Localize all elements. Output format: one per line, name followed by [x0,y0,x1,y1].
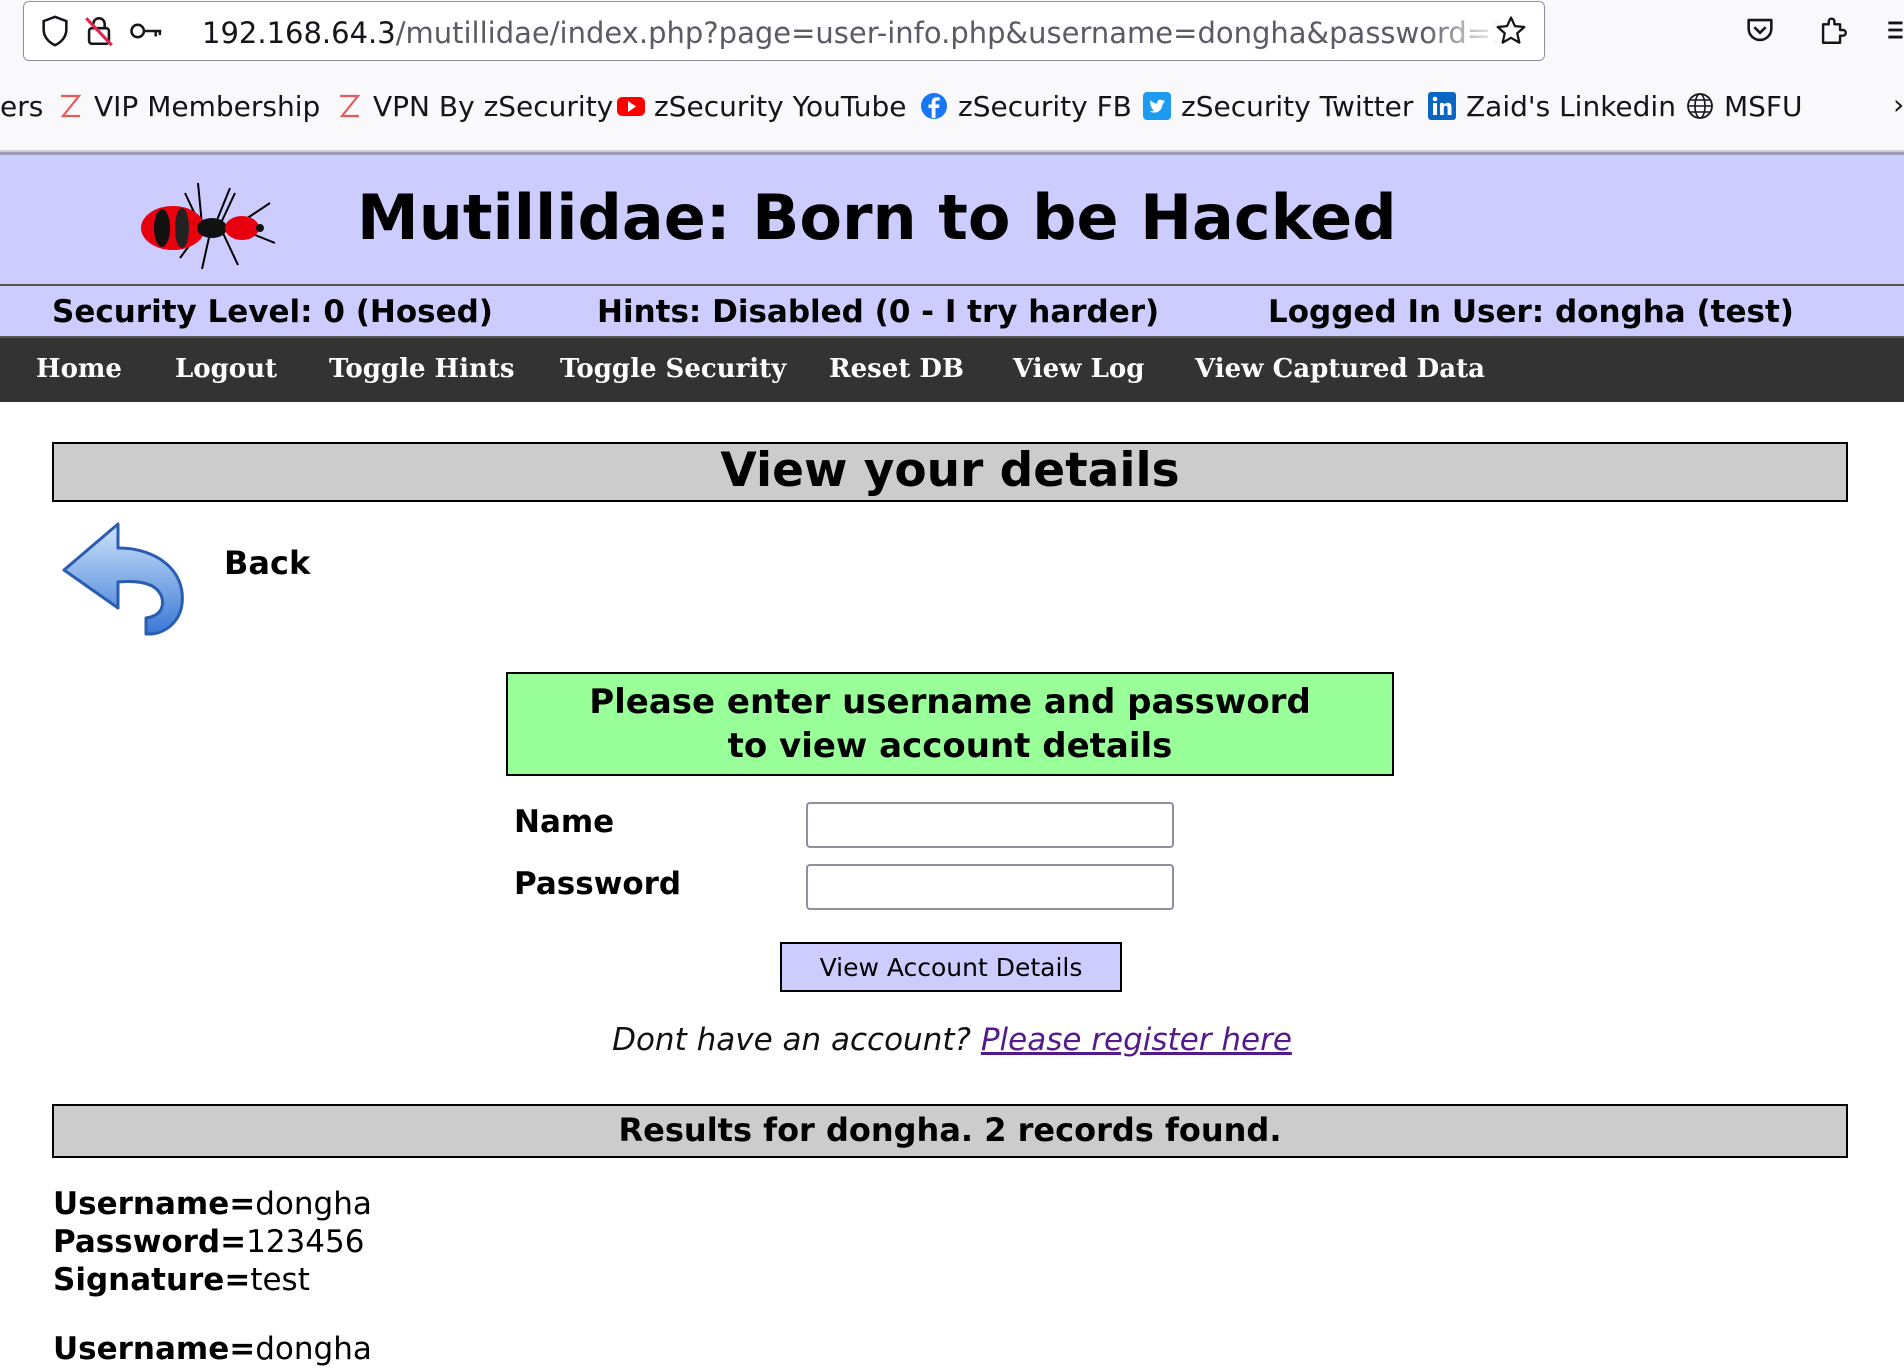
menu-icon[interactable] [1884,13,1904,51]
nav-reset-db[interactable]: Reset DB [829,354,964,384]
bookmark-youtube[interactable]: zSecurity YouTube [616,88,906,124]
nav-view-captured-data[interactable]: View Captured Data [1195,354,1485,384]
bookmark-msfu[interactable]: MSFU [1686,88,1803,124]
address-bar[interactable]: 192.168.64.3/mutillidae/index.php?page=u… [23,1,1545,61]
globe-icon [1686,92,1714,120]
record-value: 123456 [246,1224,365,1260]
page-content: Mutillidae: Born to be Hacked Security L… [0,152,1904,1367]
nav-logout[interactable]: Logout [175,354,277,384]
facebook-icon [920,92,948,120]
nav-home[interactable]: Home [36,354,122,384]
bookmark-vip-membership[interactable]: VIP Membership [56,88,320,124]
bookmark-twitter[interactable]: zSecurity Twitter [1143,88,1413,124]
chevron-right-icon[interactable]: › [1893,88,1904,121]
youtube-icon [616,92,645,120]
register-link[interactable]: Please register here [981,1022,1292,1058]
record-value: dongha [255,1331,372,1367]
bookmark-linkedin[interactable]: Zaid's Linkedin [1428,88,1676,124]
record-key: Username= [53,1186,256,1222]
nav-toggle-hints[interactable]: Toggle Hints [329,354,515,384]
insecure-lock-icon[interactable] [82,14,116,52]
nav-view-log[interactable]: View Log [1013,354,1144,384]
record-value: dongha [255,1186,372,1222]
password-label: Password [514,866,682,902]
record-key: Password= [53,1224,247,1260]
zsecurity-z-icon [335,92,363,120]
linkedin-icon [1428,92,1456,120]
back-arrow-icon[interactable] [60,520,190,642]
back-link[interactable]: Back [224,544,310,582]
record-username-line: Username=dongha [53,1185,372,1223]
bookmark-item[interactable]: ers [0,88,43,124]
shield-icon[interactable] [38,14,72,52]
record-username-line: Username=dongha [53,1330,372,1368]
site-header: Mutillidae: Born to be Hacked [0,152,1904,286]
nav-toggle-security[interactable]: Toggle Security [560,354,786,384]
name-field[interactable] [806,802,1174,848]
ant-logo-icon [140,173,290,277]
record-signature-line: Signature=test [53,1261,310,1299]
bookmark-facebook[interactable]: zSecurity FB [920,88,1132,124]
security-level-text: Security Level: 0 (Hosed) [52,294,493,330]
page-title: View your details [52,442,1848,502]
record-key: Signature= [53,1262,251,1298]
pocket-icon[interactable] [1743,13,1777,51]
register-prompt: Dont have an account? Please register he… [0,1022,1904,1058]
status-bar: Security Level: 0 (Hosed) Hints: Disable… [0,286,1904,338]
record-key: Username= [53,1331,256,1367]
results-header: Results for dongha. 2 records found. [52,1104,1848,1158]
record-password-line: Password=123456 [53,1223,364,1261]
view-account-details-button[interactable]: View Account Details [780,942,1122,992]
instructions-line-1: Please enter username and password [589,682,1311,722]
browser-chrome: 192.168.64.3/mutillidae/index.php?page=u… [0,0,1904,152]
logged-in-user-text: Logged In User: dongha (test) [1268,294,1794,330]
name-label: Name [514,804,615,840]
star-icon[interactable] [1494,14,1528,52]
instructions-box: Please enter username and password to vi… [506,672,1394,776]
register-prompt-text: Dont have an account? [612,1022,971,1058]
hints-status-text: Hints: Disabled (0 - I try harder) [597,294,1160,330]
password-field[interactable] [806,864,1174,910]
bookmarks-toolbar: ers VIP Membership VPN By zSecurity zSec… [0,76,1904,136]
key-icon[interactable] [128,14,164,52]
zsecurity-z-icon [56,92,84,120]
record-value: test [250,1262,310,1298]
extensions-icon[interactable] [1816,13,1850,51]
twitter-icon [1143,92,1171,120]
instructions-line-2: to view account details [727,726,1173,766]
bookmark-vpn[interactable]: VPN By zSecurity [335,88,613,124]
main-nav: Home Logout Toggle Hints Toggle Security… [0,338,1904,402]
site-title: Mutillidae: Born to be Hacked [357,181,1397,254]
url-text[interactable]: 192.168.64.3/mutillidae/index.php?page=u… [202,16,1502,50]
